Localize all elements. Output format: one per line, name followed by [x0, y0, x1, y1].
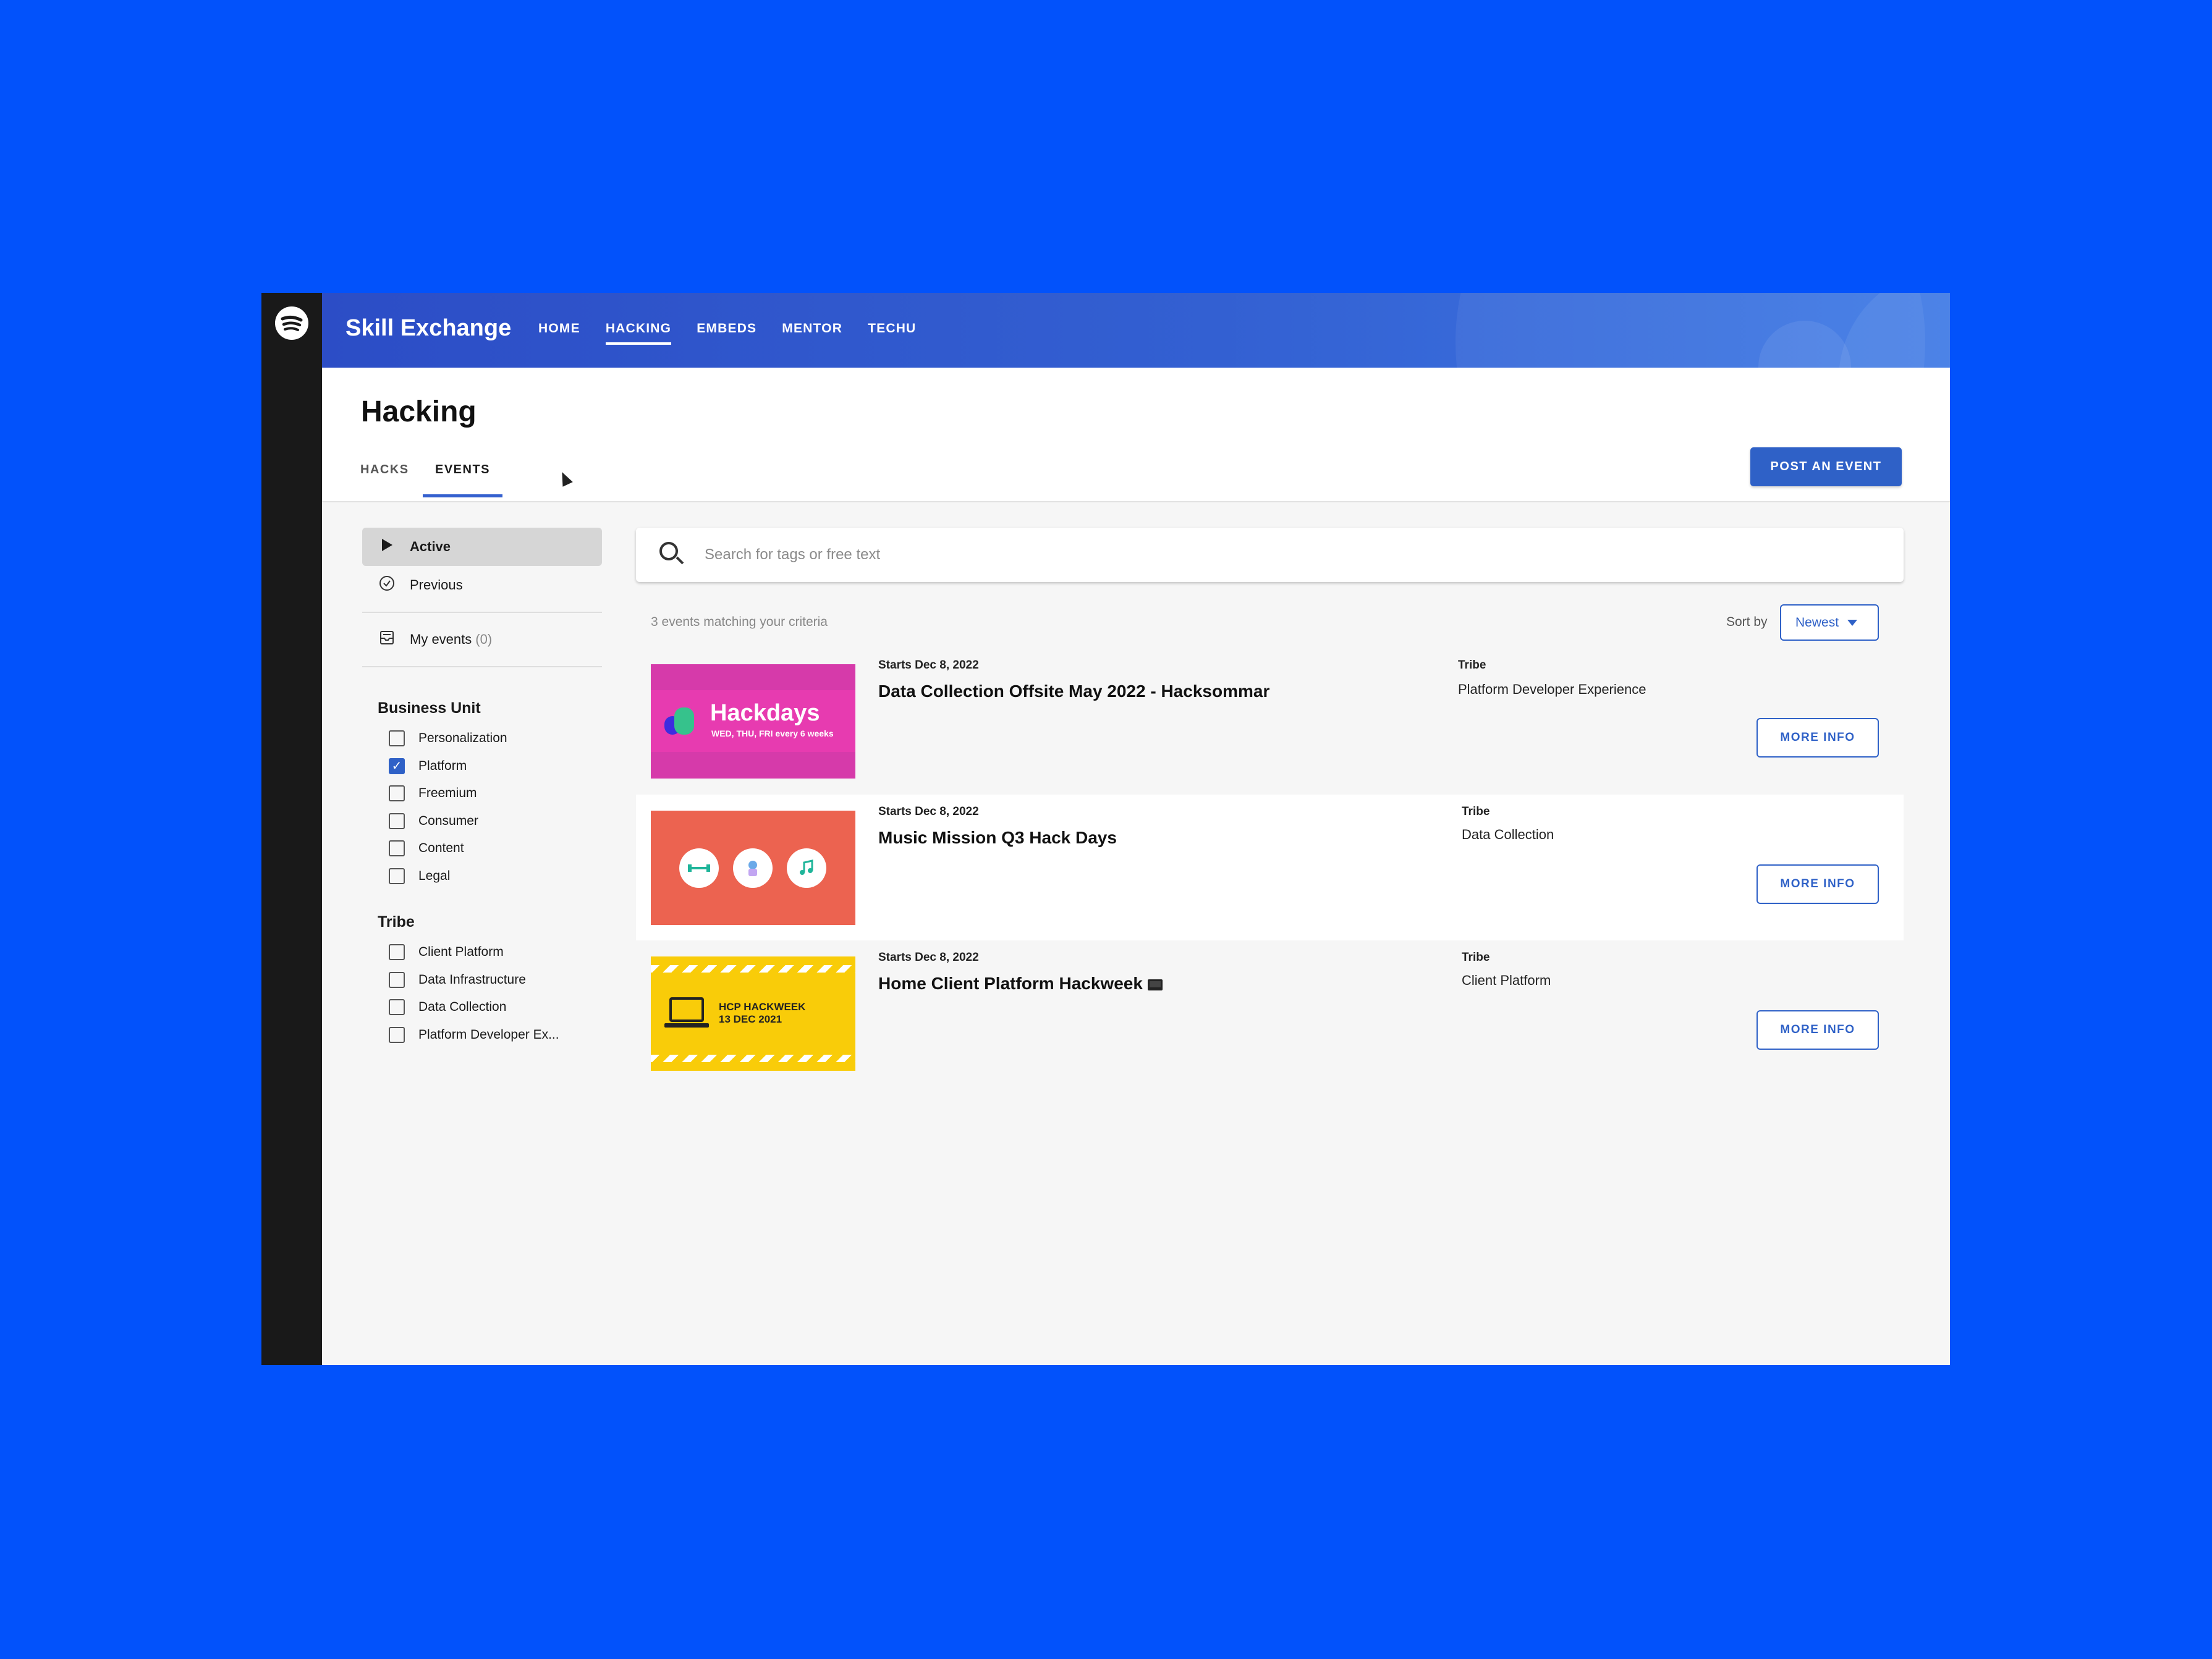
checkbox-label: Data Collection	[418, 1000, 507, 1015]
checkbox-data-infrastructure[interactable]: Data Infrastructure	[362, 966, 602, 994]
left-rail	[261, 293, 322, 1365]
my-events-label: My events	[410, 631, 472, 647]
event-thumbnail[interactable]: HCP HACKWEEK 13 DEC 2021	[651, 956, 855, 1071]
event-date: Starts Dec 8, 2022	[878, 659, 979, 672]
event-title: Home Client Platform Hackweek	[878, 974, 1143, 993]
filter-active-label: Active	[410, 539, 451, 554]
more-info-button[interactable]: MORE INFO	[1756, 718, 1879, 758]
divider	[362, 612, 602, 613]
post-event-button[interactable]: POST AN EVENT	[1750, 447, 1902, 486]
play-icon	[378, 538, 396, 555]
search-bar	[636, 528, 1904, 582]
event-thumbnail[interactable]: Hackdays WED, THU, FRI every 6 weeks	[651, 664, 855, 779]
checkbox-box[interactable]	[389, 813, 405, 829]
more-info-button[interactable]: MORE INFO	[1756, 864, 1879, 904]
event-tribe: Data Collection	[1462, 827, 1554, 842]
event-tribe-label: Tribe	[1462, 951, 1490, 964]
event-date: Starts Dec 8, 2022	[878, 805, 979, 818]
event-thumbnail[interactable]	[651, 811, 855, 925]
top-nav-bar: Skill Exchange HOME HACKING EMBEDS MENTO…	[322, 293, 1950, 368]
check-circle-icon	[378, 575, 396, 595]
checkbox-content[interactable]: Content	[362, 835, 602, 863]
tab-hacks[interactable]: HACKS	[348, 463, 422, 494]
filter-my-events[interactable]: My events (0)	[362, 620, 602, 659]
filter-active[interactable]: Active	[362, 528, 602, 566]
checkbox-box[interactable]	[389, 971, 405, 988]
event-tribe: Client Platform	[1462, 973, 1551, 988]
page-title: Hacking	[361, 395, 477, 428]
app-window: Skill Exchange HOME HACKING EMBEDS MENTO…	[261, 293, 1950, 1365]
checkbox-box[interactable]	[389, 840, 405, 857]
sort-value: Newest	[1795, 615, 1839, 630]
checkbox-box[interactable]	[389, 785, 405, 802]
chevron-down-icon	[1847, 619, 1858, 626]
tribe-heading: Tribe	[378, 913, 415, 931]
checkbox-label: Platform Developer Ex...	[418, 1027, 559, 1042]
event-tribe: Platform Developer Experience	[1458, 682, 1646, 697]
astronaut-icon	[733, 848, 773, 888]
checkbox-box[interactable]	[389, 999, 405, 1016]
dumbbell-icon	[679, 848, 719, 888]
checkmark-icon[interactable]: ✓	[389, 758, 405, 774]
laptop-icon	[664, 997, 709, 1029]
event-tribe-label: Tribe	[1458, 659, 1486, 672]
checkbox-label: Data Infrastructure	[418, 972, 526, 987]
laptop-emoji-icon	[1147, 979, 1163, 990]
brand-title[interactable]: Skill Exchange	[345, 315, 511, 342]
nav-embeds[interactable]: EMBEDS	[697, 321, 756, 345]
inbox-icon	[378, 630, 396, 649]
checkbox-platform[interactable]: ✓ Platform	[362, 753, 602, 780]
checkbox-personalization[interactable]: Personalization	[362, 725, 602, 753]
event-title-row[interactable]: Home Client Platform Hackweek	[878, 974, 1163, 994]
event-card: Hackdays WED, THU, FRI every 6 weeks Sta…	[636, 648, 1904, 794]
checkbox-label: Legal	[418, 868, 451, 883]
thumbnail-text: HCP HACKWEEK 13 DEC 2021	[719, 1001, 806, 1026]
checkbox-platform-developer-ex[interactable]: Platform Developer Ex...	[362, 1021, 602, 1049]
search-icon[interactable]	[659, 542, 685, 568]
nav-home[interactable]: HOME	[538, 321, 580, 345]
divider	[362, 666, 602, 667]
checkbox-label: Consumer	[418, 813, 478, 828]
checkbox-label: Personalization	[418, 731, 507, 746]
checkbox-data-collection[interactable]: Data Collection	[362, 994, 602, 1021]
event-title[interactable]: Data Collection Offsite May 2022 - Hacks…	[878, 682, 1269, 701]
hackdays-logo-icon	[664, 707, 695, 735]
my-events-count: (0)	[475, 631, 493, 647]
nav-mentor[interactable]: MENTOR	[782, 321, 842, 345]
filter-sidebar: Active Previous My events (0) Business U…	[362, 528, 602, 1049]
checkbox-consumer[interactable]: Consumer	[362, 808, 602, 835]
filter-previous[interactable]: Previous	[362, 566, 602, 604]
tab-events[interactable]: EVENTS	[423, 463, 503, 497]
checkbox-legal[interactable]: Legal	[362, 863, 602, 890]
checkbox-label: Freemium	[418, 786, 477, 801]
event-card: Starts Dec 8, 2022 Music Mission Q3 Hack…	[636, 795, 1904, 940]
event-card: HCP HACKWEEK 13 DEC 2021 Starts Dec 8, 2…	[636, 940, 1904, 1086]
thumbnail-title: Hackdays	[710, 700, 820, 726]
spotify-logo-icon[interactable]	[275, 306, 308, 340]
filter-previous-label: Previous	[410, 577, 463, 593]
search-input[interactable]	[705, 541, 1848, 568]
checkbox-box[interactable]	[389, 867, 405, 884]
event-date: Starts Dec 8, 2022	[878, 951, 979, 964]
main-nav: HOME HACKING EMBEDS MENTOR TECHU	[538, 321, 916, 345]
checkbox-box[interactable]	[389, 944, 405, 961]
checkbox-box[interactable]	[389, 1026, 405, 1043]
checkbox-box[interactable]	[389, 730, 405, 747]
checkbox-label: Client Platform	[418, 945, 504, 960]
event-title[interactable]: Music Mission Q3 Hack Days	[878, 828, 1117, 848]
checkbox-client-platform[interactable]: Client Platform	[362, 939, 602, 966]
music-note-icon	[787, 848, 826, 888]
checkbox-freemium[interactable]: Freemium	[362, 780, 602, 808]
sort-label: Sort by	[1726, 615, 1768, 629]
nav-hacking[interactable]: HACKING	[605, 321, 672, 345]
business-unit-heading: Business Unit	[378, 699, 481, 717]
thumbnail-subtitle: WED, THU, FRI every 6 weeks	[711, 728, 834, 738]
nav-techu[interactable]: TECHU	[868, 321, 916, 345]
checkbox-label: Platform	[418, 758, 467, 773]
checkbox-label: Content	[418, 841, 464, 856]
more-info-button[interactable]: MORE INFO	[1756, 1010, 1879, 1050]
event-tribe-label: Tribe	[1462, 805, 1490, 818]
sort-dropdown[interactable]: Newest	[1780, 604, 1879, 641]
results-count: 3 events matching your criteria	[651, 615, 828, 629]
